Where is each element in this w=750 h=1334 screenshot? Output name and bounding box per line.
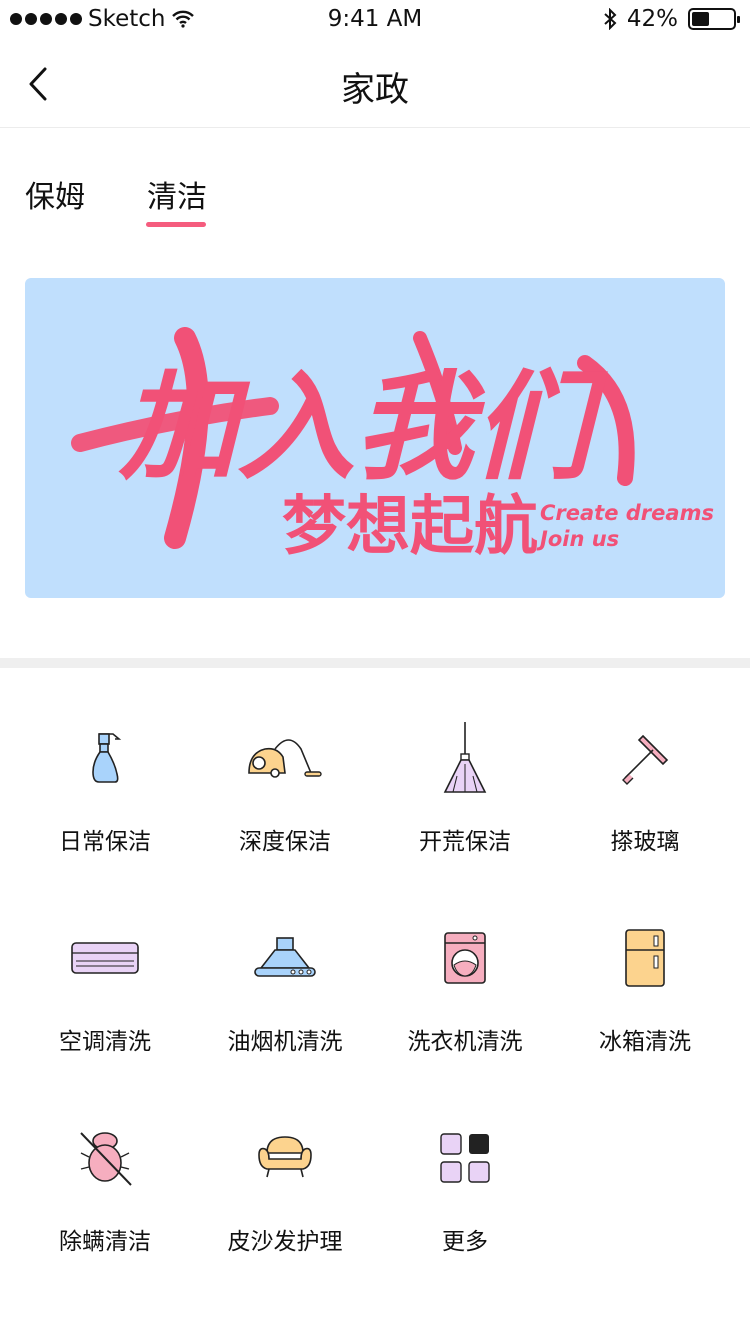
service-air-conditioner-cleaning[interactable]: 空调清洗 (15, 900, 195, 1060)
service-label: 空调清洗 (59, 1029, 151, 1055)
service-more[interactable]: 更多 (375, 1100, 555, 1260)
promo-banner[interactable]: 加入我们 梦想起航 Create dreams Join us (25, 278, 725, 598)
banner-headline: 加入我们 (118, 357, 608, 496)
bluetooth-icon (604, 8, 617, 30)
service-label: 油烟机清洗 (227, 1029, 343, 1055)
service-refrigerator-cleaning[interactable]: 冰箱清洗 (555, 900, 735, 1060)
page-title: 家政 (341, 70, 409, 110)
range-hood-icon (243, 918, 327, 998)
mite-removal-icon (63, 1118, 147, 1198)
service-post-renovation-cleaning[interactable]: 开荒保洁 (375, 700, 555, 860)
battery-percent: 42% (626, 6, 678, 32)
status-bar: Sketch 9:41 AM 42% (0, 0, 750, 40)
service-label: 深度保洁 (239, 829, 331, 855)
service-leather-sofa-care[interactable]: 皮沙发护理 (195, 1100, 375, 1260)
service-label: 更多 (442, 1229, 488, 1255)
tab-nanny[interactable]: 保姆 (25, 172, 85, 216)
section-divider (0, 658, 750, 668)
air-conditioner-icon (63, 918, 147, 998)
vacuum-cleaner-icon (243, 718, 327, 798)
service-label: 日常保洁 (59, 829, 151, 855)
navigation-bar: 家政 (0, 40, 750, 128)
service-label: 除螨清洁 (59, 1229, 151, 1255)
service-label: 开荒保洁 (419, 829, 511, 855)
banner-artwork: 加入我们 梦想起航 Create dreams Join us (25, 278, 725, 598)
service-label: 冰箱清洗 (599, 1029, 691, 1055)
more-grid-icon (423, 1118, 507, 1198)
service-daily-cleaning[interactable]: 日常保洁 (15, 700, 195, 860)
banner-subline: 梦想起航 (282, 490, 538, 564)
sofa-icon (243, 1118, 327, 1198)
service-label: 搽玻璃 (610, 829, 680, 855)
active-tab-indicator (146, 222, 206, 227)
washing-machine-icon (423, 918, 507, 998)
service-deep-cleaning[interactable]: 深度保洁 (195, 700, 375, 860)
broom-icon (423, 718, 507, 798)
banner-english-line-1: Create dreams (540, 501, 714, 525)
status-right: 42% (603, 6, 740, 32)
service-washing-machine-cleaning[interactable]: 洗衣机清洗 (375, 900, 555, 1060)
banner-english-line-2: Join us (536, 527, 619, 551)
service-mite-removal[interactable]: 除螨清洁 (15, 1100, 195, 1260)
service-label: 皮沙发护理 (227, 1229, 343, 1255)
tab-cleaning[interactable]: 清洁 (147, 172, 207, 216)
service-range-hood-cleaning[interactable]: 油烟机清洗 (195, 900, 375, 1060)
spray-bottle-icon (63, 718, 147, 798)
refrigerator-icon (603, 918, 687, 998)
category-tabs: 保姆 清洁 (0, 160, 750, 240)
service-window-cleaning[interactable]: 搽玻璃 (555, 700, 735, 860)
battery-icon (688, 8, 740, 30)
window-squeegee-icon (603, 718, 687, 798)
service-label: 洗衣机清洗 (407, 1029, 523, 1055)
